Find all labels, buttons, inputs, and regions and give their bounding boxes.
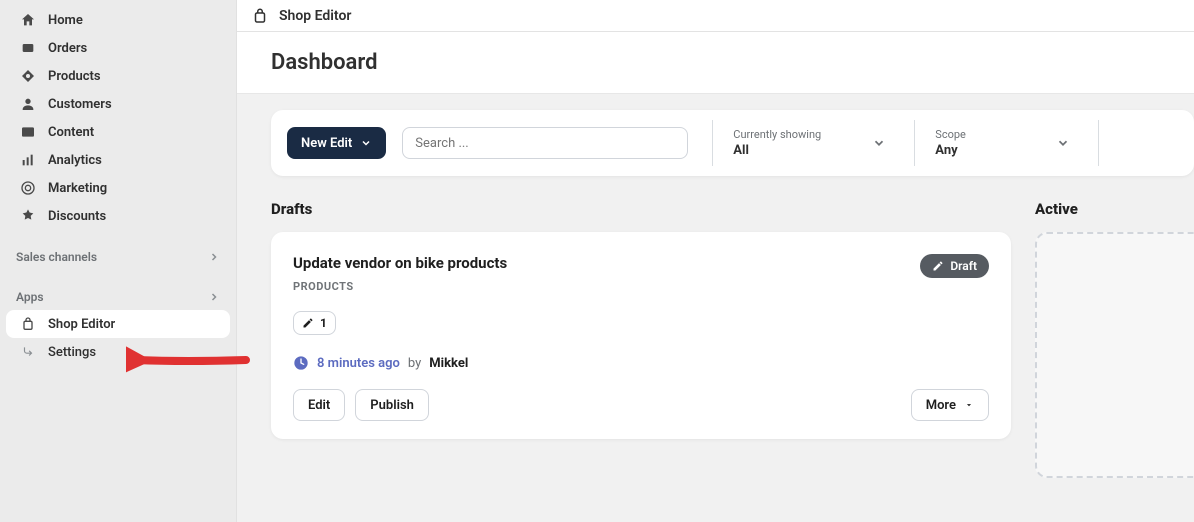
filter-value: Any — [935, 143, 966, 158]
products-icon — [18, 68, 38, 84]
search-wrap — [402, 127, 688, 159]
active-heading: Active — [1035, 200, 1194, 218]
new-edit-button[interactable]: New Edit — [287, 127, 386, 159]
publish-button[interactable]: Publish — [355, 389, 429, 421]
chevron-right-icon — [208, 291, 220, 303]
filter-extra[interactable] — [1098, 120, 1119, 166]
badge-label: Draft — [950, 259, 977, 273]
nav-app-shop-editor[interactable]: Shop Editor — [6, 310, 230, 338]
section-label-text: Apps — [16, 290, 44, 304]
customers-icon — [18, 96, 38, 112]
filter-card: New Edit Currently showing All — [271, 110, 1194, 176]
button-label: More — [926, 398, 956, 413]
button-label: New Edit — [301, 136, 352, 151]
clock-icon — [293, 355, 309, 371]
section-label-text: Sales channels — [16, 250, 97, 264]
nav-label: Analytics — [48, 153, 102, 168]
main-area: Shop Editor Dashboard New Edit Currently… — [236, 0, 1194, 522]
orders-icon — [18, 40, 38, 56]
edit-count-chip[interactable]: 1 — [293, 311, 336, 335]
draft-badge: Draft — [920, 254, 989, 278]
page-title: Dashboard — [237, 32, 1194, 94]
nav-label: Content — [48, 125, 94, 140]
nav-customers[interactable]: Customers — [6, 90, 230, 118]
sidebar: Home Orders Products Customers Content — [0, 0, 236, 522]
shop-editor-icon — [18, 316, 38, 332]
home-icon — [18, 12, 38, 28]
draft-meta: 8 minutes ago by Mikkel — [293, 355, 989, 371]
filter-value: All — [733, 143, 821, 158]
drafts-column: Drafts Update vendor on bike products PR… — [271, 200, 1011, 478]
topbar: Shop Editor — [237, 0, 1194, 32]
chevron-down-icon — [360, 137, 372, 149]
filter-label: Currently showing — [733, 128, 821, 141]
nav-products[interactable]: Products — [6, 62, 230, 90]
draft-author: Mikkel — [429, 356, 468, 371]
nav-label: Customers — [48, 97, 112, 112]
discounts-icon — [18, 208, 38, 224]
chevron-right-icon — [208, 251, 220, 263]
button-label: Publish — [370, 398, 414, 413]
by-label: by — [408, 356, 421, 371]
draft-time: 8 minutes ago — [317, 356, 400, 371]
shop-editor-icon — [251, 7, 269, 25]
filter-label: Scope — [935, 128, 966, 141]
chevron-down-icon — [1056, 136, 1070, 150]
active-placeholder — [1035, 232, 1194, 478]
nav-label: Settings — [48, 345, 96, 360]
nav-label: Home — [48, 13, 83, 28]
pencil-icon — [302, 317, 314, 329]
filter-scope[interactable]: Scope Any — [914, 120, 1074, 166]
nav-app-settings[interactable]: Settings — [6, 338, 230, 366]
marketing-icon — [18, 180, 38, 196]
section-sales-channels[interactable]: Sales channels — [0, 244, 236, 270]
analytics-icon — [18, 152, 38, 168]
more-button[interactable]: More — [911, 389, 989, 421]
draft-title: Update vendor on bike products — [293, 254, 507, 272]
draft-card: Update vendor on bike products PRODUCTS … — [271, 232, 1011, 439]
pencil-icon — [932, 260, 944, 272]
active-column: Active — [1035, 200, 1194, 478]
chip-count: 1 — [320, 316, 327, 330]
topbar-title: Shop Editor — [279, 8, 351, 24]
nav-label: Discounts — [48, 209, 106, 224]
nav-marketing[interactable]: Marketing — [6, 174, 230, 202]
nav-discounts[interactable]: Discounts — [6, 202, 230, 230]
nav-label: Products — [48, 69, 101, 84]
content-icon — [18, 124, 38, 140]
nav-label: Shop Editor — [48, 317, 115, 332]
section-apps[interactable]: Apps — [0, 284, 236, 310]
nav-home[interactable]: Home — [6, 6, 230, 34]
nav-label: Marketing — [48, 181, 107, 196]
search-input[interactable] — [402, 127, 688, 159]
nav-label: Orders — [48, 41, 87, 56]
nav-content[interactable]: Content — [6, 118, 230, 146]
edit-button[interactable]: Edit — [293, 389, 345, 421]
nav-orders[interactable]: Orders — [6, 34, 230, 62]
caret-down-icon — [964, 400, 974, 410]
sub-arrow-icon — [18, 345, 38, 359]
filter-currently-showing[interactable]: Currently showing All — [712, 120, 890, 166]
chevron-down-icon — [872, 136, 886, 150]
button-label: Edit — [308, 398, 330, 413]
drafts-heading: Drafts — [271, 200, 1011, 218]
draft-subtitle: PRODUCTS — [293, 280, 507, 293]
nav-analytics[interactable]: Analytics — [6, 146, 230, 174]
